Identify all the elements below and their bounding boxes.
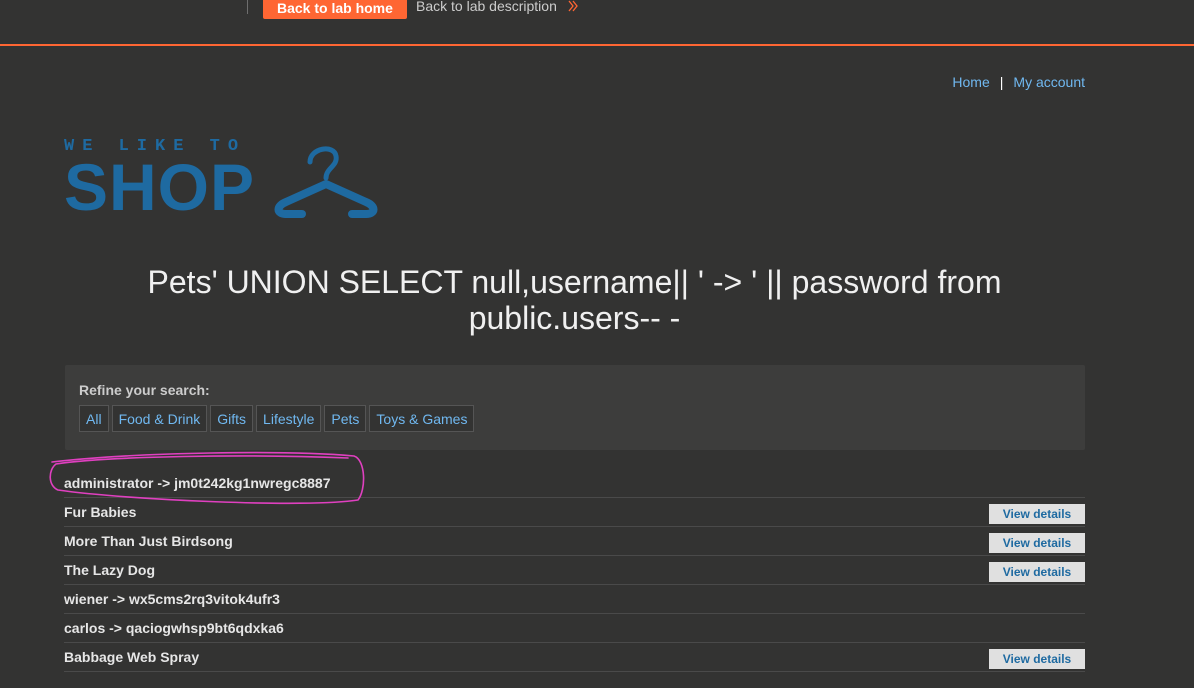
table-row: The Lazy Dog View details — [64, 556, 1085, 585]
filter-toys-games[interactable]: Toys & Games — [369, 405, 475, 432]
row-name: More Than Just Birdsong — [64, 533, 233, 549]
refine-search-label: Refine your search: — [79, 382, 210, 398]
back-to-lab-description-link[interactable]: Back to lab description — [416, 0, 579, 14]
row-name: The Lazy Dog — [64, 562, 156, 578]
back-to-lab-home-label: Back to lab home — [277, 0, 393, 16]
back-to-lab-description-label: Back to lab description — [416, 0, 557, 14]
table-row: carlos -> qaciogwhsp9bt6qdxka6 — [64, 614, 1085, 643]
filter-pets[interactable]: Pets — [324, 405, 367, 432]
refine-search-panel: Refine your search: All Food & Drink Gif… — [65, 365, 1085, 450]
view-details-button[interactable]: View details — [989, 533, 1085, 553]
logo-wordmark: SHOP — [64, 150, 256, 224]
view-details-button[interactable]: View details — [989, 649, 1085, 669]
row-name: carlos -> qaciogwhsp9bt6qdxka6 — [64, 620, 284, 636]
table-row: More Than Just Birdsong View details — [64, 527, 1085, 556]
row-name: wiener -> wx5cms2rq3vitok4ufr3 — [64, 591, 280, 607]
filter-food-drink[interactable]: Food & Drink — [111, 405, 208, 432]
header-divider — [247, 0, 248, 14]
view-details-button[interactable]: View details — [989, 504, 1085, 524]
my-account-link[interactable]: My account — [1013, 74, 1085, 90]
home-link[interactable]: Home — [952, 74, 989, 90]
page-title: Pets' UNION SELECT null,username|| ' -> … — [147, 264, 1002, 336]
we-like-to-shop-logo[interactable]: WE LIKE TO SHOP — [64, 138, 382, 220]
hanger-icon — [274, 146, 378, 218]
highlight-annotation-circle — [49, 451, 365, 505]
top-navigation: Home | My account — [952, 74, 1085, 90]
double-chevron-right-icon — [568, 0, 578, 12]
filter-gifts[interactable]: Gifts — [210, 405, 254, 432]
back-to-lab-home-button[interactable]: Back to lab home — [263, 0, 407, 19]
lab-header-bar: Back to lab home Back to lab description — [0, 0, 1194, 46]
row-name: Babbage Web Spray — [64, 649, 200, 665]
nav-separator: | — [999, 74, 1004, 90]
view-details-button[interactable]: View details — [989, 562, 1085, 582]
filter-lifestyle[interactable]: Lifestyle — [256, 405, 322, 432]
category-filter-list: All Food & Drink Gifts Lifestyle Pets To… — [79, 405, 475, 432]
filter-all[interactable]: All — [79, 405, 109, 432]
table-row: wiener -> wx5cms2rq3vitok4ufr3 — [64, 585, 1085, 614]
table-row: Babbage Web Spray View details — [64, 643, 1085, 672]
